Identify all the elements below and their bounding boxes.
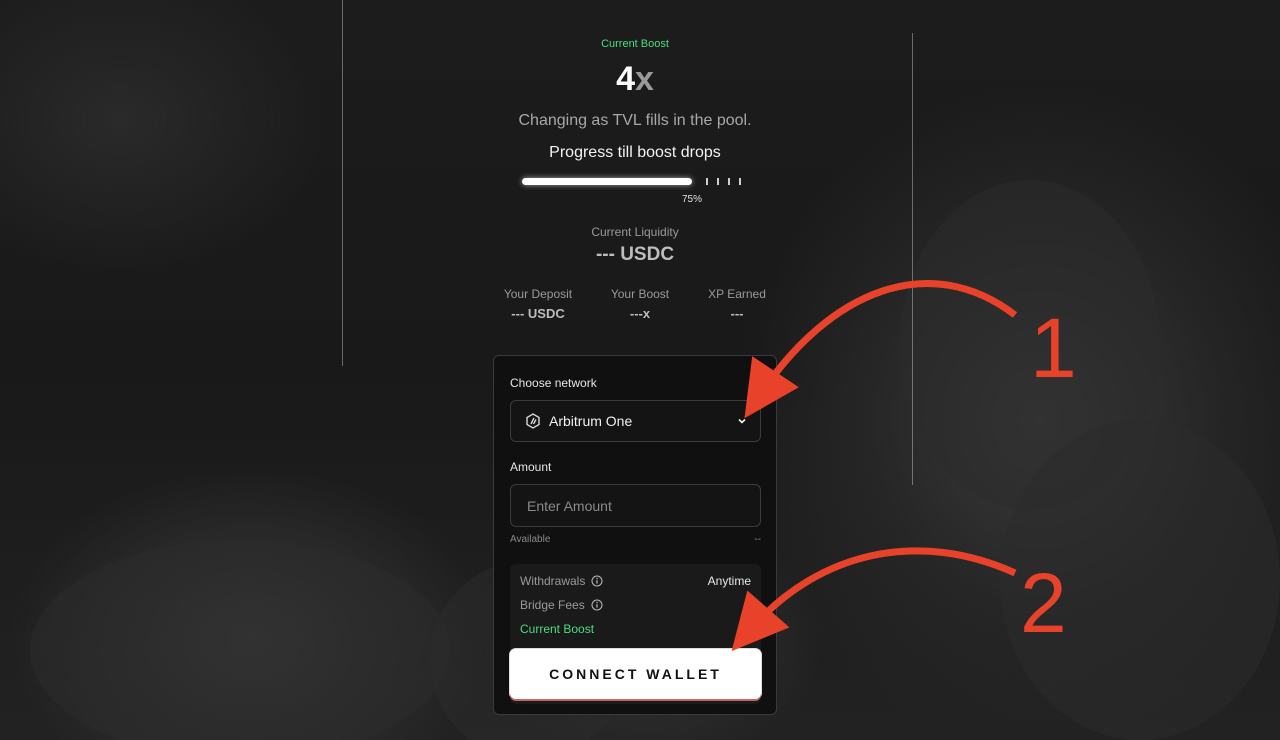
available-label: Available xyxy=(510,534,551,545)
annotation-number-1: 1 xyxy=(1030,301,1077,395)
current-boost-row: Current Boost 4x xyxy=(520,622,751,636)
current-boost-value: 4x xyxy=(616,60,654,98)
info-icon[interactable] xyxy=(591,599,603,611)
network-name: Arbitrum One xyxy=(549,413,633,429)
progress-title: Progress till boost drops xyxy=(549,144,721,161)
progress-tick xyxy=(706,178,708,185)
current-liquidity-value: --- USDC xyxy=(595,244,675,265)
network-select[interactable]: Arbitrum One xyxy=(510,400,761,442)
progress-tick xyxy=(728,178,730,185)
progress-percent: 75% xyxy=(682,194,703,205)
your-deposit-stat: Your Deposit --- USDC xyxy=(503,287,573,321)
deposit-card: Choose network Arbitrum One Amount Avail… xyxy=(493,355,777,715)
available-value: -- xyxy=(754,534,761,545)
background-statue xyxy=(30,540,450,740)
annotation-arrow xyxy=(731,547,1017,652)
progress-tick xyxy=(717,178,719,185)
choose-network-label: Choose network xyxy=(510,376,597,390)
your-boost-stat: Your Boost ---x xyxy=(610,287,670,321)
arbitrum-icon xyxy=(525,413,541,429)
connect-wallet-button[interactable]: CONNECT WALLET xyxy=(510,649,761,699)
annotation-number-2: 2 xyxy=(1020,556,1067,650)
current-boost-label: Current Boost xyxy=(601,38,669,50)
progress-tick xyxy=(739,178,741,185)
bridge-fees-row: Bridge Fees -- xyxy=(520,598,751,612)
amount-input[interactable] xyxy=(510,484,761,527)
amount-label: Amount xyxy=(510,460,552,474)
progress-bar xyxy=(522,178,744,186)
divider-line xyxy=(342,0,343,366)
current-liquidity-label: Current Liquidity xyxy=(591,225,679,239)
chevron-down-icon xyxy=(736,415,748,427)
info-icon[interactable] xyxy=(591,575,603,587)
progress-fill xyxy=(522,178,692,185)
xp-earned-stat: XP Earned --- xyxy=(708,287,766,321)
available-row: Available -- xyxy=(510,534,761,545)
boost-tagline: Changing as TVL fills in the pool. xyxy=(518,112,752,129)
withdrawals-row: Withdrawals Anytime xyxy=(520,574,751,588)
